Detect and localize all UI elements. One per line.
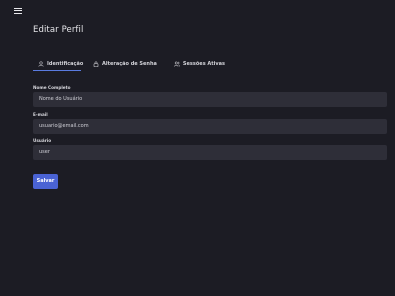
username-label: Usuário <box>33 138 52 143</box>
lock-icon <box>93 61 99 67</box>
full-name-label: Nome Completo <box>33 85 71 90</box>
profile-tabs: Identificação Alteração de Senha Sessões… <box>33 58 237 71</box>
user-icon <box>38 61 44 67</box>
hamburger-icon <box>14 7 22 9</box>
hamburger-icon-line <box>14 10 22 11</box>
tab-identificacao[interactable]: Identificação <box>33 58 84 71</box>
save-button[interactable]: Salvar <box>33 174 58 189</box>
email-field[interactable]: usuario@email.com <box>33 119 387 134</box>
page-title: Editar Perfil <box>33 25 84 35</box>
tab-sessoes-ativas[interactable]: Sessões Ativas <box>169 58 230 70</box>
tab-label: Identificação <box>47 61 84 67</box>
username-field[interactable]: user <box>33 145 387 160</box>
edit-profile-page: Editar Perfil Identificação Alteração de… <box>0 0 395 296</box>
tab-label: Alteração de Senha <box>102 61 157 67</box>
hamburger-icon-line <box>14 12 22 14</box>
users-icon <box>174 61 180 67</box>
email-label: E-mail <box>33 112 48 117</box>
tab-label: Sessões Ativas <box>182 61 225 67</box>
tab-alteracao-senha[interactable]: Alteração de Senha <box>88 58 162 70</box>
menu-button[interactable] <box>13 6 23 15</box>
full-name-field[interactable]: Nome do Usuário <box>33 92 387 107</box>
